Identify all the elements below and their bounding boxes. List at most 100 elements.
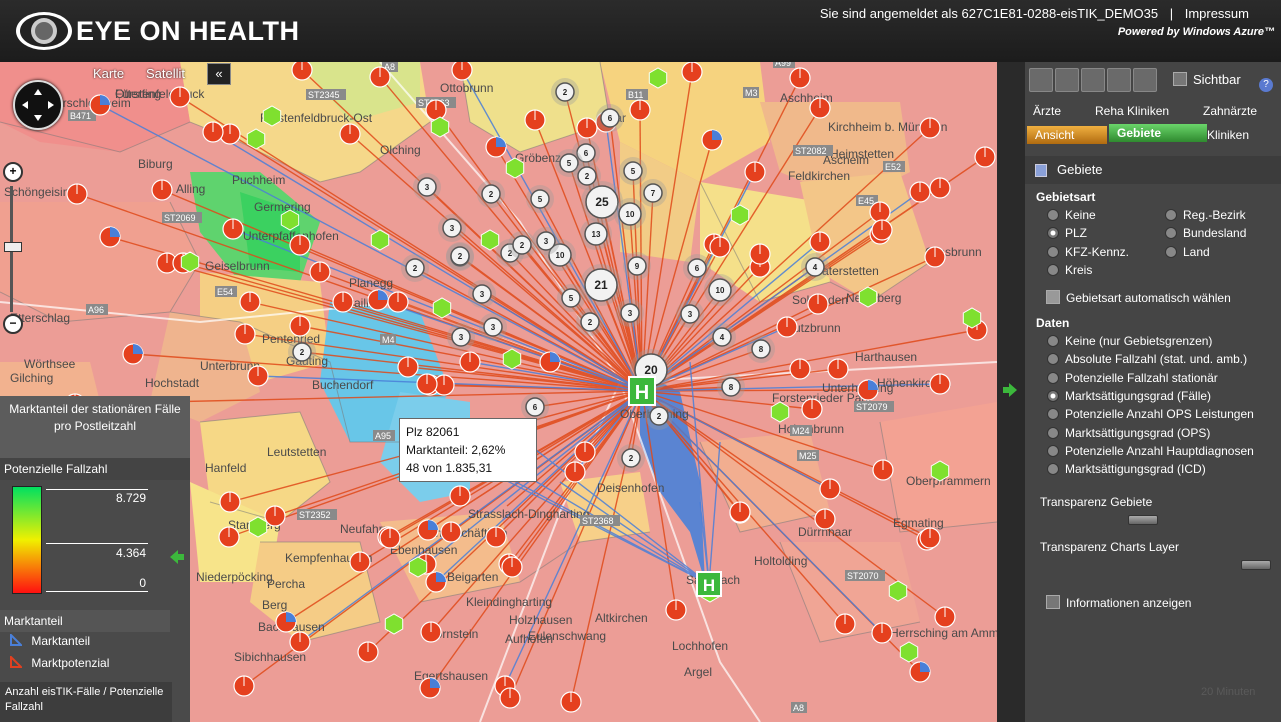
place-label: Planegg	[349, 276, 393, 290]
cluster-count: 5	[538, 195, 543, 204]
radio-land[interactable]: Land	[1165, 245, 1210, 259]
sichtbar-checkbox[interactable]	[1173, 72, 1187, 86]
clinic-hex-marker[interactable]	[730, 204, 750, 226]
tab-zahnaerzte[interactable]: Zahnärzte	[1195, 102, 1281, 120]
main-hospital-marker[interactable]: H	[628, 376, 656, 406]
clinic-hex-marker[interactable]	[888, 580, 908, 602]
cluster-count: 6	[608, 114, 613, 123]
road-label: ST2082	[795, 146, 827, 156]
close-icon[interactable]	[1107, 68, 1131, 92]
clinic-hex-marker[interactable]	[180, 251, 200, 273]
clinic-hex-marker[interactable]	[480, 229, 500, 251]
cluster-count: 5	[567, 159, 572, 168]
map-type-karte[interactable]: Karte	[93, 66, 124, 81]
clinic-hex-marker[interactable]	[962, 307, 982, 329]
settings-panel: Sichtbar ? Ärzte Reha Kliniken Zahnärzte…	[1025, 62, 1281, 722]
daten-label: Daten	[1036, 316, 1070, 330]
cluster-count: 7	[651, 189, 656, 198]
informationen-checkbox[interactable]: Informationen anzeigen	[1046, 595, 1191, 610]
clinic-hex-marker[interactable]	[502, 348, 522, 370]
map-view[interactable]: Fürstenfeldbruck Biburg Alling Schöngeising…	[0, 62, 997, 722]
tab-gebiete[interactable]: Gebiete	[1109, 124, 1207, 142]
svg-text:H: H	[703, 576, 715, 595]
place-label: Egmating	[893, 516, 944, 530]
radio-daten-marktsaettigung-faelle[interactable]: Marktsättigungsgrad (Fälle)	[1047, 389, 1211, 403]
clinic-hex-marker[interactable]	[770, 401, 790, 423]
road-label: ST2079	[856, 402, 888, 412]
zoom-slider[interactable]: + −	[3, 162, 23, 334]
collapse-legend-arrow-icon[interactable]	[168, 548, 186, 566]
help-icon[interactable]: ?	[1259, 78, 1273, 92]
radio-reg-bezirk[interactable]: Reg.-Bezirk	[1165, 208, 1246, 222]
clinic-hex-marker[interactable]	[248, 516, 268, 538]
cluster-count: 2	[458, 252, 463, 261]
road-label: M4	[382, 335, 395, 345]
cluster-count: 8	[759, 345, 764, 354]
place-label: Hanfeld	[205, 461, 246, 475]
cluster-count: 2	[489, 190, 494, 199]
clinic-hex-marker[interactable]	[408, 556, 428, 578]
auto-select-checkbox[interactable]: Gebietsart automatisch wählen	[1046, 290, 1231, 305]
radio-daten-ops-leistungen[interactable]: Potenzielle Anzahl OPS Leistungen	[1047, 407, 1254, 421]
clinic-hex-marker[interactable]	[432, 297, 452, 319]
clinic-hex-marker[interactable]	[930, 460, 950, 482]
clinic-hex-marker[interactable]	[280, 209, 300, 231]
auto-select-check[interactable]	[1046, 290, 1060, 304]
radio-kreis[interactable]: Kreis	[1047, 263, 1092, 277]
legend-subtitle: Potenzielle Fallzahl	[0, 458, 190, 480]
road-label: M25	[799, 451, 817, 461]
legend-panel: Marktanteil der stationären Fälle pro Po…	[0, 396, 190, 722]
window-icon[interactable]	[1055, 68, 1079, 92]
zoom-out-button[interactable]: −	[3, 314, 23, 334]
radio-bundesland[interactable]: Bundesland	[1165, 226, 1246, 240]
map-type-satellit[interactable]: Satellit	[146, 66, 185, 81]
zoom-thumb[interactable]	[4, 242, 22, 252]
clinic-hex-marker[interactable]	[384, 613, 404, 635]
svg-text:H: H	[635, 382, 649, 404]
search-icon[interactable]	[1133, 68, 1157, 92]
sichtbar-toggle[interactable]: Sichtbar	[1173, 72, 1241, 87]
radio-daten-absolute[interactable]: Absolute Fallzahl (stat. und. amb.)	[1047, 352, 1247, 366]
powered-by: Powered by Windows Azure™	[1117, 26, 1275, 38]
radio-daten-keine[interactable]: Keine (nur Gebietsgrenzen)	[1047, 334, 1212, 348]
radio-daten-marktsaettigung-ops[interactable]: Marktsättigungsgrad (OPS)	[1047, 426, 1210, 440]
radio-daten-marktsaettigung-icd[interactable]: Marktsättigungsgrad (ICD)	[1047, 462, 1206, 476]
zoom-in-button[interactable]: +	[3, 162, 23, 182]
cluster-count: 2	[588, 318, 593, 327]
informationen-check[interactable]	[1046, 595, 1060, 609]
save-icon[interactable]	[1081, 68, 1105, 92]
clinic-hex-marker[interactable]	[262, 105, 282, 127]
transparenz-charts-slider[interactable]	[1241, 560, 1271, 570]
place-label: Strasslach-Dingharting	[468, 507, 589, 521]
export-icon[interactable]	[1029, 68, 1053, 92]
clinic-hex-marker[interactable]	[370, 229, 390, 251]
second-hospital-marker[interactable]: H	[696, 571, 722, 597]
expand-panel-arrow-icon[interactable]	[1001, 381, 1019, 399]
tab-reha-kliniken[interactable]: Reha Kliniken	[1087, 102, 1195, 120]
clinic-hex-marker[interactable]	[858, 286, 878, 308]
clinic-hex-marker[interactable]	[430, 116, 450, 138]
place-label: Holzhausen	[509, 613, 572, 627]
legend-item-marktpotenzial: Marktpotenzial	[10, 654, 109, 670]
tab-kliniken[interactable]: Kliniken	[1199, 126, 1281, 144]
clinic-hex-marker[interactable]	[899, 641, 919, 663]
clinic-hex-marker[interactable]	[505, 157, 525, 179]
collapse-map-controls-button[interactable]: «	[207, 63, 231, 85]
radio-keine[interactable]: Keine	[1047, 208, 1096, 222]
cluster-count: 6	[533, 403, 538, 412]
cluster-count: 4	[813, 263, 818, 272]
tab-ansicht[interactable]: Ansicht	[1027, 126, 1107, 144]
app-title: EYE ON HEALTH	[76, 16, 300, 46]
login-info: Sie sind angemeldet als 627C1E81-0288-ei…	[819, 6, 1249, 21]
radio-daten-potenzielle-stationaer[interactable]: Potenzielle Fallzahl stationär	[1047, 371, 1218, 385]
radio-kfz-kennz[interactable]: KFZ-Kennz.	[1047, 245, 1129, 259]
impressum-link[interactable]: Impressum	[1185, 6, 1249, 21]
radio-daten-hauptdiagnosen[interactable]: Potenzielle Anzahl Hauptdiagnosen	[1047, 444, 1254, 458]
radio-plz[interactable]: PLZ	[1047, 226, 1087, 240]
clinic-hex-marker[interactable]	[648, 67, 668, 89]
pan-control-icon[interactable]	[13, 80, 63, 130]
place-label: Olching	[380, 143, 421, 157]
transparenz-gebiete-slider[interactable]	[1128, 515, 1158, 525]
clinic-hex-marker[interactable]	[246, 128, 266, 150]
plz-tooltip: Plz 82061 Marktanteil: 2,62% 48 von 1.83…	[399, 418, 537, 482]
